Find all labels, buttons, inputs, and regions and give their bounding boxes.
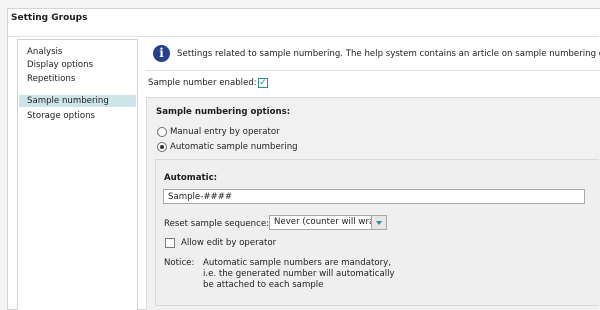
notice-text: Automatic sample numbers are mandatory, … <box>203 258 395 291</box>
reset-sequence-value: Never (counter will wrap) <box>274 217 384 227</box>
sample-number-enabled-label: Sample number enabled: <box>148 78 257 88</box>
reset-sequence-select[interactable]: Never (counter will wrap) <box>269 215 387 230</box>
automatic-numbering-label[interactable]: Automatic sample numbering <box>170 142 298 152</box>
notice-line: be attached to each sample <box>203 280 324 290</box>
allow-edit-checkbox[interactable] <box>165 238 175 248</box>
reset-sequence-label: Reset sample sequence: <box>164 219 270 229</box>
page-title: Setting Groups <box>11 13 88 23</box>
sidebar-item-analysis[interactable]: Analysis <box>19 46 136 58</box>
sidebar-item-sample-numbering[interactable]: Sample numbering <box>19 95 136 107</box>
options-title: Sample numbering options: <box>156 107 291 117</box>
notice-line: Automatic sample numbers are mandatory, <box>203 258 391 268</box>
sidebar-item-storage-options[interactable]: Storage options <box>19 110 136 122</box>
sidebar-item-display-options[interactable]: Display options <box>19 59 136 71</box>
dropdown-button[interactable] <box>371 216 386 229</box>
sidebar-item-repetitions[interactable]: Repetitions <box>19 73 136 85</box>
manual-entry-label[interactable]: Manual entry by operator <box>170 127 280 137</box>
automatic-title: Automatic: <box>164 173 218 183</box>
header-divider <box>8 36 599 37</box>
manual-entry-radio[interactable] <box>157 127 167 137</box>
info-bar: i Settings related to sample numbering. … <box>145 39 600 71</box>
chevron-down-icon <box>376 221 382 225</box>
automatic-numbering-radio[interactable] <box>157 142 167 152</box>
notice-label: Notice: <box>164 258 195 268</box>
notice-line: i.e. the generated number will automatic… <box>203 269 395 279</box>
info-icon: i <box>153 45 170 62</box>
setting-groups-list: Analysis Display options Repetitions Sam… <box>17 39 138 310</box>
sample-number-enabled-checkbox[interactable]: ✓ <box>258 78 268 88</box>
sample-pattern-input[interactable] <box>163 189 585 204</box>
allow-edit-label[interactable]: Allow edit by operator <box>181 238 276 248</box>
info-text: Settings related to sample numbering. Th… <box>177 49 600 59</box>
